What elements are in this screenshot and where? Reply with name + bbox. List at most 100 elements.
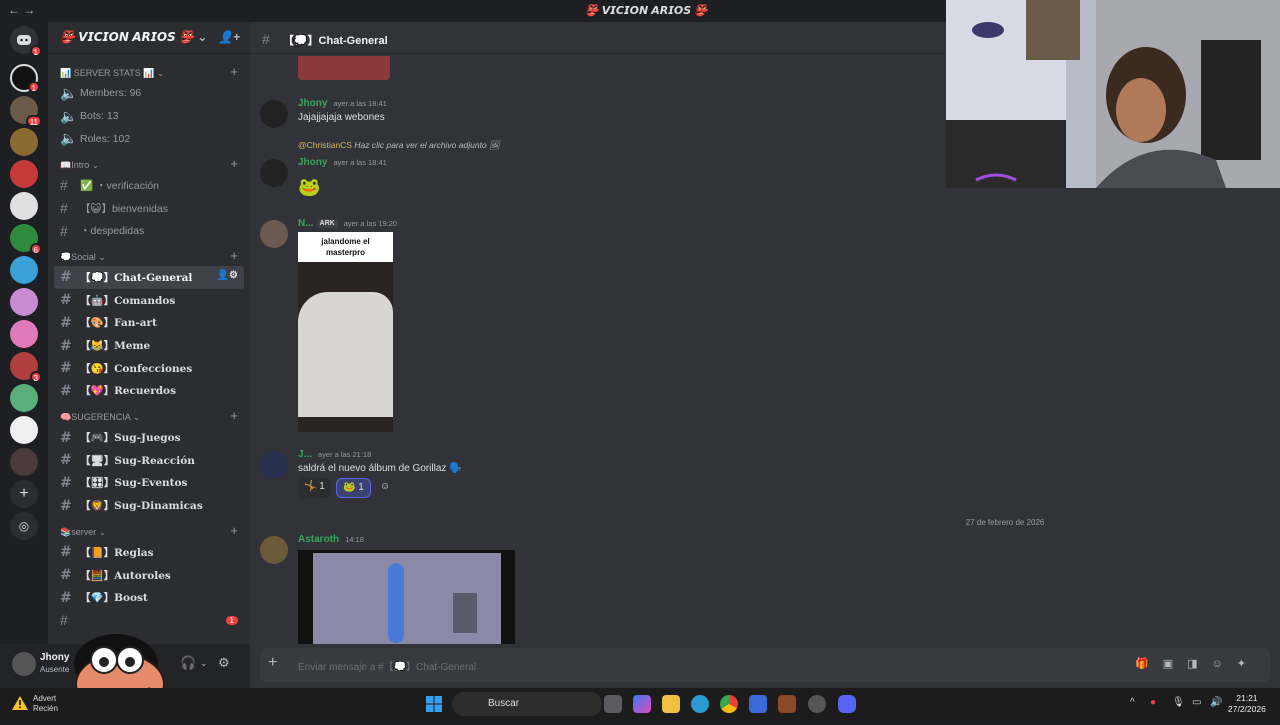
unread-badge: 11 <box>25 115 42 127</box>
avatar[interactable] <box>260 220 288 248</box>
channel-reglas[interactable]: # 【📙】Reglas <box>54 541 244 564</box>
message-composer[interactable]: + Enviar mensaje a #【💭】Chat-General 🎁▣◨☺… <box>260 648 1270 682</box>
taskbar-clock[interactable]: 21:21 27/2/2026 <box>1228 693 1266 715</box>
chevron-up-icon[interactable]: ^ <box>1130 697 1135 708</box>
message-author[interactable]: Astaroth 14:18 <box>298 534 364 545</box>
server-icon-vicionarios[interactable]: 1 <box>10 64 40 93</box>
category-intro[interactable]: 📖Intro ⌄ + <box>48 154 250 174</box>
add-member-icon[interactable]: 👤+ <box>218 30 240 44</box>
avatar[interactable] <box>260 159 288 187</box>
attachment-image[interactable] <box>298 56 390 80</box>
server-icon[interactable] <box>10 416 38 444</box>
channel-autoroles[interactable]: # 【🧮】Autoroles <box>54 564 244 587</box>
channel-bienvenidas[interactable]: # 【😺】bienvenidas <box>54 197 244 220</box>
attachment-image[interactable]: jalandome el masterpro <box>298 232 393 432</box>
display-icon[interactable]: ▭ <box>1192 697 1201 708</box>
server-icon[interactable] <box>10 288 38 316</box>
channel-boost[interactable]: # 【💎】Boost <box>54 586 244 609</box>
channel-sug-juegos[interactable]: # 【🎮】Sug-Juegos <box>54 426 244 449</box>
message-author[interactable]: J... ayer a las 21:18 <box>298 449 371 460</box>
add-channel-icon[interactable]: + <box>230 248 238 263</box>
channel-verificacion[interactable]: # ✅ ・verificación <box>54 174 244 197</box>
message-input[interactable]: Enviar mensaje a #【💭】Chat-General <box>298 658 476 673</box>
category-server-stats[interactable]: 📊 SERVER STATS 📊 ⌄ + <box>48 62 250 82</box>
channel-comandos[interactable]: # 【🤖】Comandos <box>54 289 244 312</box>
channel-title: 【💭】Chat-General <box>282 35 388 47</box>
channel-confecciones[interactable]: # 【😘】Confecciones <box>54 357 244 380</box>
category-server[interactable]: 📚server ⌄ + <box>48 521 250 541</box>
avatar[interactable] <box>260 100 288 128</box>
warning-widget[interactable]: Advert Recién <box>33 694 58 714</box>
taskbar-search[interactable]: Buscar <box>452 692 602 716</box>
file-explorer-icon[interactable] <box>662 695 680 713</box>
discord-home-icon[interactable]: 1 <box>10 26 42 57</box>
server-icon[interactable] <box>10 320 38 348</box>
reply-preview[interactable]: @ChristianCS Haz clic para ver el archiv… <box>298 140 500 151</box>
attachment-video[interactable] <box>298 550 515 644</box>
windows-start-icon[interactable] <box>425 695 443 713</box>
channel-sug-dinamicas[interactable]: # 【🦁】Sug-Dinamicas <box>54 494 244 517</box>
server-icon[interactable] <box>10 448 38 476</box>
message-author[interactable]: Jhony ayer a las 18:41 <box>298 98 387 109</box>
server-icon[interactable]: 6 <box>10 224 42 255</box>
add-server-icon[interactable]: + <box>10 480 38 508</box>
server-icon[interactable]: 3 <box>10 352 42 383</box>
hash-icon: # <box>60 314 72 331</box>
channel-fan-art[interactable]: # 【🎨】Fan-art <box>54 312 244 335</box>
message-author[interactable]: Jhony ayer a las 18:41 <box>298 157 387 168</box>
explore-icon[interactable]: ◎ <box>10 512 38 540</box>
channel-chat-general[interactable]: # 【💭】Chat-General 👤⚙ <box>54 266 244 289</box>
channel-sug-reaccion[interactable]: # 【🖥】Sug-Reacción <box>54 449 244 472</box>
clock-time: 21:21 <box>1236 693 1258 703</box>
add-channel-icon[interactable]: + <box>230 523 238 538</box>
channel-meme[interactable]: # 【😹】Meme <box>54 334 244 357</box>
server-icon[interactable] <box>10 128 38 156</box>
voice-channel-bots[interactable]: 🔈 Bots: 13 <box>54 105 244 128</box>
composer-tool-icons[interactable]: 🎁▣◨☺✦ <box>1135 657 1260 670</box>
server-icon[interactable] <box>10 192 38 220</box>
store-icon[interactable] <box>749 695 767 713</box>
add-reaction-icon[interactable]: ☺ <box>374 478 396 498</box>
message-author[interactable]: N... ARK ayer a las 19:20 <box>298 218 397 229</box>
chevron-down-icon[interactable]: ⌄ <box>200 658 208 669</box>
channel-settings-icons[interactable]: 👤⚙ <box>217 270 238 281</box>
discord-taskbar-icon[interactable] <box>838 695 856 713</box>
warning-icon[interactable] <box>12 696 28 715</box>
gear-icon[interactable]: ⚙ <box>218 655 230 671</box>
app-icon[interactable] <box>808 695 826 713</box>
tray-app-icon[interactable]: ● <box>1150 697 1156 708</box>
task-view-icon[interactable] <box>604 695 622 713</box>
channel-sug-eventos[interactable]: # 【🎛】Sug-Eventos <box>54 472 244 495</box>
volume-icon[interactable]: 🔊 <box>1210 697 1222 708</box>
headphones-icon[interactable]: 🎧 <box>180 655 196 671</box>
hash-icon: # <box>60 222 68 239</box>
server-icon[interactable] <box>10 384 38 412</box>
channel-recuerdos[interactable]: # 【💖】Recuerdos <box>54 380 244 403</box>
edge-icon[interactable] <box>691 695 709 713</box>
server-icon[interactable]: 11 <box>10 96 42 127</box>
server-icon[interactable] <box>10 256 38 284</box>
speaker-icon: 🔈 <box>60 107 78 124</box>
add-attachment-icon[interactable]: + <box>268 654 277 672</box>
add-channel-icon[interactable]: + <box>230 408 238 423</box>
category-sugerencia[interactable]: 🧠SUGERENCIA ⌄ + <box>48 406 250 426</box>
voice-channel-roles[interactable]: 🔈 Roles: 102 <box>54 127 244 150</box>
back-forward-icons[interactable]: ← → <box>8 3 35 17</box>
category-social[interactable]: 💭Social ⌄ + <box>48 246 250 266</box>
avatar[interactable] <box>260 451 288 479</box>
channel-despedidas[interactable]: # ・despedidas <box>54 219 244 242</box>
reply-mention[interactable]: @ChristianCS <box>298 140 352 150</box>
avatar[interactable] <box>260 536 288 564</box>
app-icon[interactable] <box>778 695 796 713</box>
server-icon[interactable] <box>10 160 38 188</box>
add-channel-icon[interactable]: + <box>230 156 238 171</box>
add-channel-icon[interactable]: + <box>230 64 238 79</box>
chrome-icon[interactable] <box>720 695 738 713</box>
microphone-icon[interactable]: 🎙 <box>1172 697 1185 708</box>
avatar[interactable] <box>12 652 36 676</box>
reaction-button[interactable]: 🤸 1 <box>298 478 331 498</box>
guild-header[interactable]: 👺 𝙑𝙄𝘾𝙄𝙊𝙉 𝘼𝙍𝙄𝙊𝙎 👺 ⌄ 👤+ <box>48 22 250 54</box>
reaction-button[interactable]: 🐸 1 <box>336 478 371 498</box>
copilot-icon[interactable] <box>633 695 651 713</box>
voice-channel-members[interactable]: 🔈 Members: 96 <box>54 82 244 105</box>
